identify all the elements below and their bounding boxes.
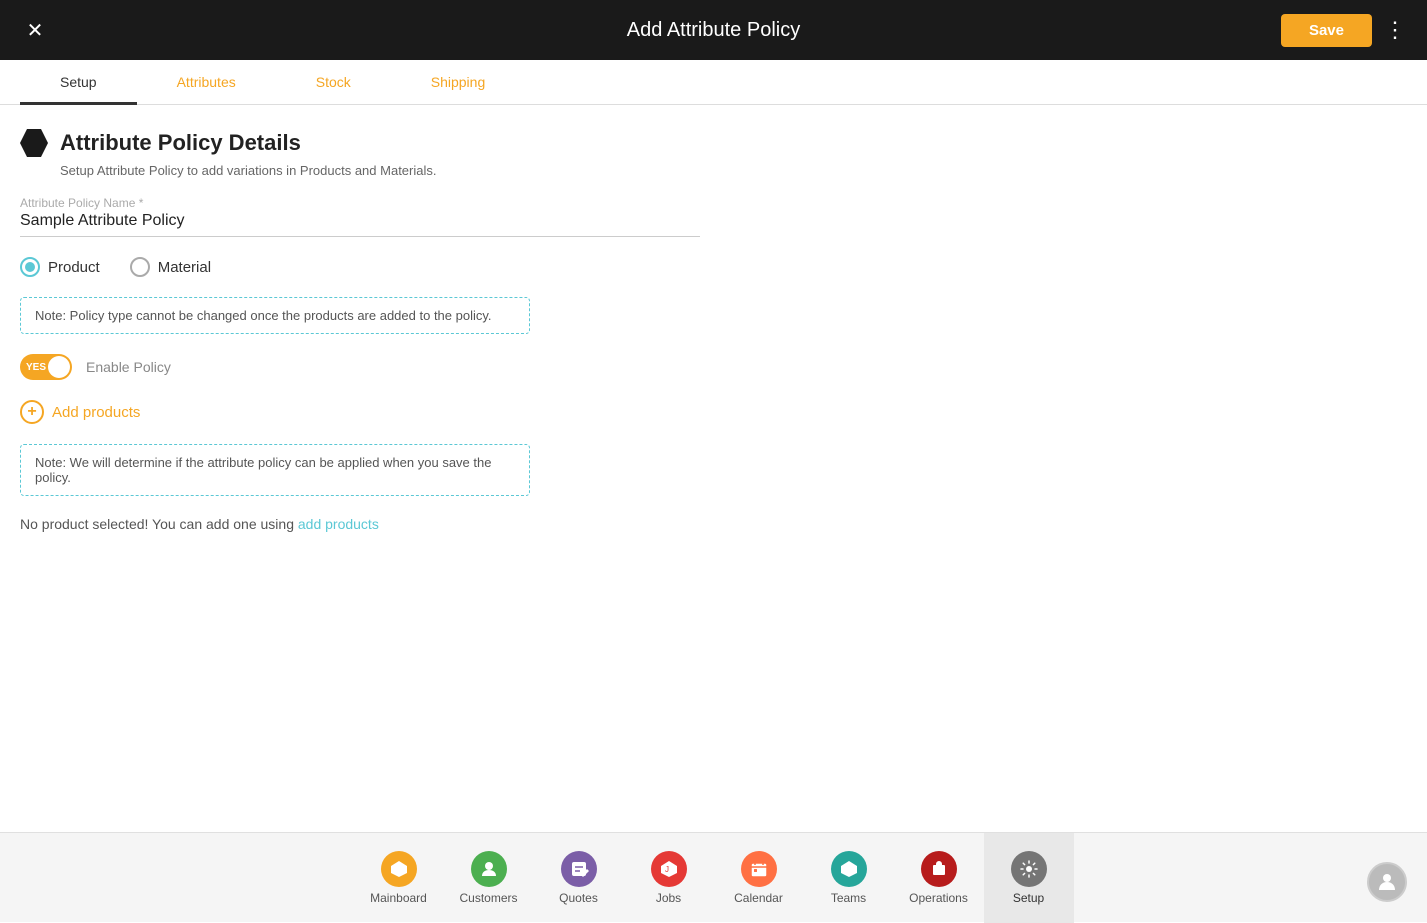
user-avatar[interactable] xyxy=(1367,862,1407,902)
svg-text:J: J xyxy=(665,865,669,874)
tab-attributes[interactable]: Attributes xyxy=(137,60,276,104)
nav-teams[interactable]: Teams xyxy=(804,833,894,923)
radio-product[interactable]: Product xyxy=(20,257,100,277)
nav-setup-label: Setup xyxy=(1013,891,1044,905)
mainboard-icon xyxy=(381,851,417,887)
radio-product-label: Product xyxy=(48,259,100,276)
radio-material[interactable]: Material xyxy=(130,257,211,277)
radio-product-indicator xyxy=(20,257,40,277)
main-content: Attribute Policy Details Setup Attribute… xyxy=(0,105,1427,832)
customers-icon xyxy=(471,851,507,887)
field-label: Attribute Policy Name * xyxy=(20,196,1407,210)
enable-policy-label: Enable Policy xyxy=(86,359,171,375)
section-subtitle: Setup Attribute Policy to add variations… xyxy=(20,163,1407,178)
setup-icon xyxy=(1011,851,1047,887)
note-policy-type: Note: Policy type cannot be changed once… xyxy=(20,297,530,334)
page-title: Add Attribute Policy xyxy=(627,19,800,42)
nav-calendar-label: Calendar xyxy=(734,891,783,905)
nav-customers-label: Customers xyxy=(459,891,517,905)
enable-policy-row: YES Enable Policy xyxy=(20,354,1407,380)
nav-jobs-label: Jobs xyxy=(656,891,681,905)
bottom-nav: Mainboard Customers Quotes J xyxy=(0,832,1427,922)
section-title: Attribute Policy Details xyxy=(60,130,301,156)
jobs-icon: J xyxy=(651,851,687,887)
calendar-icon xyxy=(741,851,777,887)
more-options-button[interactable]: ⋮ xyxy=(1384,17,1407,43)
toggle-yes-label: YES xyxy=(26,362,46,373)
add-products-button[interactable]: + Add products xyxy=(20,400,1407,424)
nav-teams-label: Teams xyxy=(831,891,866,905)
nav-setup[interactable]: Setup xyxy=(984,833,1074,923)
tab-stock[interactable]: Stock xyxy=(276,60,391,104)
nav-jobs[interactable]: J Jobs xyxy=(624,833,714,923)
policy-type-radio-group: Product Material xyxy=(20,257,1407,277)
save-button[interactable]: Save xyxy=(1281,14,1372,47)
nav-quotes[interactable]: Quotes xyxy=(534,833,624,923)
attribute-policy-name-field: Attribute Policy Name * Sample Attribute… xyxy=(20,196,1407,237)
nav-customers[interactable]: Customers xyxy=(444,833,534,923)
operations-icon xyxy=(921,851,957,887)
teams-icon xyxy=(831,851,867,887)
no-product-message: No product selected! You can add one usi… xyxy=(20,516,1407,532)
header-actions: Save ⋮ xyxy=(1281,14,1407,47)
add-products-label: Add products xyxy=(52,404,140,421)
field-value[interactable]: Sample Attribute Policy xyxy=(20,212,700,237)
nav-operations[interactable]: Operations xyxy=(894,833,984,923)
tab-setup[interactable]: Setup xyxy=(20,60,137,104)
nav-mainboard[interactable]: Mainboard xyxy=(354,833,444,923)
tab-shipping[interactable]: Shipping xyxy=(391,60,526,104)
close-button[interactable]: ✕ xyxy=(20,18,50,43)
enable-policy-toggle[interactable]: YES xyxy=(20,354,72,380)
tabs-bar: Setup Attributes Stock Shipping xyxy=(0,60,1427,105)
header: ✕ Add Attribute Policy Save ⋮ xyxy=(0,0,1427,60)
toggle-thumb xyxy=(48,356,70,378)
nav-calendar[interactable]: Calendar xyxy=(714,833,804,923)
radio-material-indicator xyxy=(130,257,150,277)
nav-operations-label: Operations xyxy=(909,891,968,905)
nav-mainboard-label: Mainboard xyxy=(370,891,427,905)
nav-quotes-label: Quotes xyxy=(559,891,598,905)
quotes-icon xyxy=(561,851,597,887)
note-save: Note: We will determine if the attribute… xyxy=(20,444,530,496)
section-icon xyxy=(20,129,48,157)
add-products-link[interactable]: add products xyxy=(298,516,379,532)
add-products-icon: + xyxy=(20,400,44,424)
section-header: Attribute Policy Details xyxy=(20,129,1407,157)
radio-material-label: Material xyxy=(158,259,211,276)
